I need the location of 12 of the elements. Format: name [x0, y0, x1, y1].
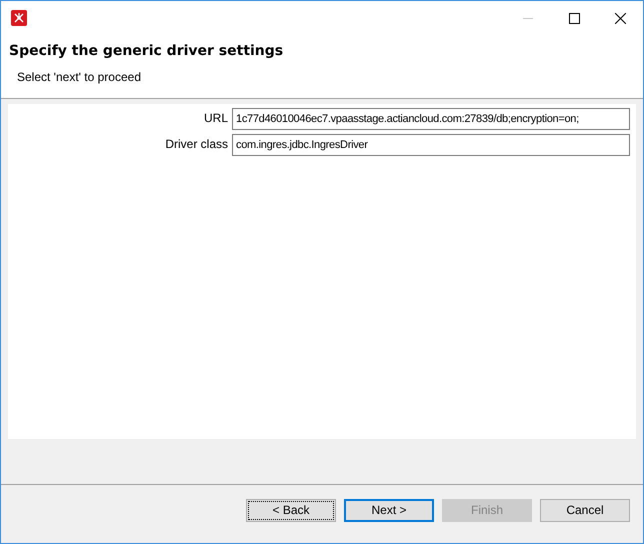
field-label: Driver class [165, 136, 228, 153]
app-logo-icon [11, 10, 27, 26]
maximize-icon [568, 12, 580, 24]
page-subtitle: Select 'next' to proceed [16, 69, 141, 86]
page-title: Specify the generic driver settings [9, 42, 284, 61]
field-label: URL [204, 110, 228, 127]
dialog-button[interactable]: < Back [246, 498, 336, 522]
dialog-button[interactable]: Next > [344, 498, 434, 522]
text-field[interactable]: 1c77d46010046ec7.vpaasstage.actiancloud.com:27839/db;encryption=on; [232, 108, 630, 130]
text-field[interactable]: com.ingres.jdbc.IngresDriver [232, 134, 630, 156]
close-icon [614, 12, 626, 24]
dialog-button[interactable]: Cancel [540, 498, 630, 522]
